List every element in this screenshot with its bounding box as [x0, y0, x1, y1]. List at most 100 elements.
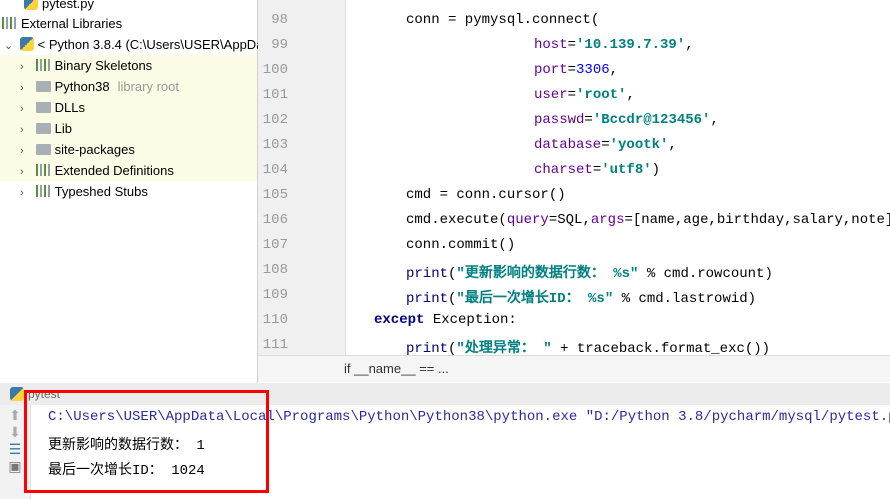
line-number: 106	[262, 212, 288, 228]
code-token: charset	[534, 162, 593, 178]
library-icon	[35, 185, 51, 197]
code-token: 'utf8'	[601, 162, 652, 178]
folder-icon	[35, 123, 51, 134]
code-token: database	[534, 137, 602, 153]
tree-item-hint: library root	[117, 79, 179, 94]
chevron-right-icon[interactable]: ›	[20, 141, 32, 162]
code-token: '10.139.7.39'	[576, 37, 686, 53]
tree-item-label: Typeshed Stubs	[54, 184, 148, 199]
tree-item-label: Binary Skeletons	[54, 58, 153, 73]
code-line: passwd='Bccdr@123456',	[534, 112, 719, 128]
code-line: conn = pymysql.connect(	[406, 12, 599, 28]
line-number: 110	[262, 312, 288, 328]
code-token: + traceback.format_exc())	[551, 341, 771, 355]
code-token: passwd	[534, 112, 585, 128]
tree-item-label: site-packages	[54, 142, 135, 157]
tree-item-label: Lib	[54, 121, 72, 136]
code-token: ,	[626, 87, 635, 103]
sdk-label: < Python 3.8.4 (C:\Users\USER\AppData	[37, 37, 275, 52]
python-file-icon	[24, 0, 38, 10]
chevron-right-icon[interactable]: ›	[20, 99, 32, 120]
line-number: 102	[262, 112, 288, 128]
line-number: 98	[271, 12, 288, 28]
tree-item[interactable]: › Extended Definitions	[0, 160, 257, 181]
code-token: "最后一次增长ID： %s"	[456, 291, 614, 307]
line-number: 107	[262, 237, 288, 253]
line-number-gutter: 98 99 100 101 102 103 104 105 106 107 108 109 110 111	[258, 0, 346, 355]
code-line: print("更新影响的数据行数： %s" % cmd.rowcount)	[406, 262, 773, 282]
line-number: 104	[262, 162, 288, 178]
code-token: ,	[609, 62, 619, 78]
tree-item[interactable]: › site-packages	[0, 139, 257, 160]
line-number: 105	[262, 187, 288, 203]
chevron-right-icon[interactable]: ›	[20, 78, 32, 99]
code-token: print	[406, 341, 449, 355]
chevron-right-icon[interactable]: ›	[20, 120, 32, 141]
code-token: Exception:	[432, 312, 517, 328]
code-token: =	[601, 137, 610, 153]
line-number: 99	[271, 37, 288, 53]
chevron-right-icon[interactable]: ›	[20, 57, 32, 78]
file-pytest[interactable]: pytest.py	[24, 0, 94, 14]
tree-item-label: DLLs	[54, 100, 85, 115]
code-token: "处理异常： "	[456, 341, 552, 355]
tree-item-label: Python38	[54, 79, 110, 94]
code-line: host='10.139.7.39',	[534, 37, 694, 53]
code-token: =	[567, 37, 577, 53]
code-token: 'Bccdr@123456'	[592, 112, 711, 128]
breadcrumb-bar: if __name__ == ...	[258, 355, 890, 382]
code-token: =SQL,	[548, 212, 591, 228]
folder-icon	[35, 144, 51, 155]
tree-item[interactable]: › DLLs	[0, 97, 257, 118]
tree-item[interactable]: › Lib	[0, 118, 257, 139]
tree-item[interactable]: › Typeshed Stubs	[0, 181, 257, 202]
tree-item[interactable]: › Binary Skeletons	[0, 55, 257, 76]
code-token: print	[406, 291, 449, 307]
code-token: % cmd.rowcount)	[638, 266, 773, 282]
code-line: user='root',	[534, 87, 635, 103]
code-line: port=3306,	[534, 62, 618, 78]
code-token: ,	[685, 37, 694, 53]
code-token: =[name,age,birthday,salary,note])	[624, 212, 890, 228]
breadcrumb[interactable]: if __name__ == ...	[344, 361, 449, 376]
code-line: print("处理异常： " + traceback.format_exc())	[406, 337, 770, 355]
code-token: 'root'	[576, 87, 627, 103]
code-line: cmd = conn.cursor()	[406, 187, 566, 203]
line-number: 108	[262, 262, 288, 278]
code-line: cmd.execute(query=SQL,args=[name,age,bir…	[406, 212, 890, 228]
code-token: =	[592, 162, 602, 178]
code-token: 3306	[576, 62, 610, 78]
code-token: =	[567, 87, 577, 103]
code-token: conn = pymysql.connect(	[406, 12, 600, 28]
chevron-right-icon[interactable]: ›	[20, 162, 32, 183]
highlight-box	[24, 390, 269, 493]
code-line: print("最后一次增长ID： %s" % cmd.lastrowid)	[406, 287, 756, 307]
code-token: print	[406, 266, 449, 282]
chevron-right-icon[interactable]: ›	[20, 183, 32, 204]
chevron-down-icon[interactable]: ⌄	[4, 36, 16, 57]
code-token: cmd = conn.cursor()	[406, 187, 566, 203]
code-token: =	[567, 62, 577, 78]
library-icon	[35, 164, 51, 176]
code-line: conn.commit()	[406, 237, 515, 253]
code-line: database='yootk',	[534, 137, 677, 153]
code-token: user	[534, 87, 568, 103]
folder-icon	[35, 102, 51, 113]
code-token: ,	[668, 137, 677, 153]
external-libraries-label: External Libraries	[21, 16, 123, 31]
external-libraries[interactable]: External Libraries	[2, 13, 122, 34]
code-line: except Exception:	[374, 312, 517, 328]
python-icon	[10, 387, 24, 401]
code-token: host	[534, 37, 568, 53]
code-line: charset='utf8')	[534, 162, 660, 178]
line-number: 101	[262, 87, 288, 103]
code-token: port	[534, 62, 568, 78]
code-editor[interactable]: conn = pymysql.connect(host='10.139.7.39…	[346, 0, 890, 355]
tree-item[interactable]: › Python38 library root	[0, 76, 257, 97]
code-token: 'yootk'	[609, 137, 669, 153]
code-token: )	[651, 162, 661, 178]
code-token: "更新影响的数据行数： %s"	[456, 266, 639, 282]
python-sdk-node[interactable]: ⌄ < Python 3.8.4 (C:\Users\USER\AppData	[0, 34, 274, 57]
line-number: 111	[262, 337, 288, 353]
code-token: query	[506, 212, 549, 228]
